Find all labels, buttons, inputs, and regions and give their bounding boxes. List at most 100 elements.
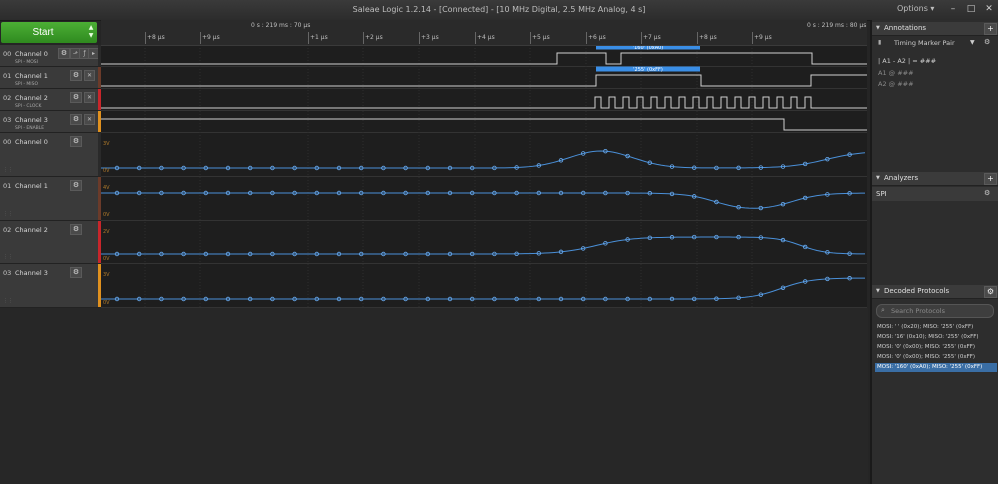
decoded-row[interactable]: MOSI: '0' (0x00); MISO: '255' (0xFF) — [875, 353, 997, 362]
timeline-tick-mark — [200, 32, 201, 44]
start-button[interactable]: Start ▲ ▼ — [1, 22, 97, 43]
timing-marker-dropdown-icon[interactable]: ▼ — [970, 39, 975, 46]
channel-subtitle: SPI - MISO — [15, 82, 38, 87]
collapse-triangle-icon[interactable]: ▼ — [876, 288, 880, 294]
analyzers-title: Analyzers — [884, 174, 919, 182]
channel-number: 02 — [3, 94, 12, 102]
options-menu[interactable]: Options ▾ — [897, 4, 934, 13]
start-options-arrows[interactable]: ▲ ▼ — [86, 24, 96, 41]
annotations-header: ▼ Annotations + — [872, 22, 998, 36]
add-analyzer-button[interactable]: + — [984, 173, 997, 185]
waveform-svg: '160' (0xA0)'255' (0xFF)3V0V4V0V2V0V3V0V — [101, 44, 867, 308]
analog-bottom-voltage-label: 0V — [103, 168, 110, 174]
analog-channel-00[interactable]: 00 Channel 0 ⚙ ⋮⋮ — [0, 133, 101, 177]
resize-grip-icon[interactable]: ⋮⋮ — [3, 254, 13, 260]
channel-number: 00 — [3, 138, 12, 146]
search-input[interactable]: Search Protocols — [891, 307, 945, 315]
channel-name[interactable]: Channel 2 — [15, 94, 48, 102]
digital-channel-00[interactable]: 00 Channel 0 SPI - MOSI ⚙ ⬏ ƒ ▸ — [0, 45, 101, 67]
analog-channel-03[interactable]: 03 Channel 3 ⚙ ⋮⋮ — [0, 264, 101, 308]
waveform-area[interactable]: '160' (0xA0) '255' (0xFF) 3V 0V 4V 0V 2V 0V 3V 0V — [101, 20, 867, 308]
maximize-button[interactable]: □ — [964, 3, 978, 15]
timeline-tick-label: +8 μs — [147, 34, 165, 41]
decoded-row[interactable]: MOSI: '16' (0x10); MISO: '255' (0xFF) — [875, 333, 997, 342]
timeline-tick-mark — [308, 32, 309, 44]
channel-number: 01 — [3, 72, 12, 80]
empty-workspace — [0, 308, 868, 484]
timeline-center-label: 0 s : 219 ms : 70 μs — [251, 22, 311, 29]
decoded-gear-button[interactable]: ⚙ — [984, 286, 997, 298]
timeline-tick-label: +2 μs — [365, 34, 383, 41]
lane-background — [101, 221, 867, 264]
channel-name[interactable]: Channel 1 — [15, 72, 48, 80]
resize-grip-icon[interactable]: ⋮⋮ — [3, 167, 13, 173]
analog-top-voltage-label: 3V — [103, 141, 110, 147]
decoded-row[interactable]: MOSI: '0' (0x00); MISO: '255' (0xFF) — [875, 343, 997, 352]
analyzers-header: ▼ Analyzers + — [872, 172, 998, 186]
timeline-tick-mark — [586, 32, 587, 44]
analog-bottom-voltage-label: 0V — [103, 300, 110, 306]
close-channel-icon[interactable]: ✕ — [84, 70, 95, 81]
miso-decode-text: '255' (0xFF) — [633, 67, 663, 73]
decoded-list: MOSI: ' ' (0x20); MISO: '255' (0xFF) MOSI… — [872, 323, 998, 383]
channel-gear-icon[interactable]: ⚙ — [70, 70, 82, 81]
search-protocols-field[interactable]: ⌕ Search Protocols — [876, 304, 994, 318]
channel-name[interactable]: Channel 2 — [15, 226, 48, 234]
decoded-row[interactable]: MOSI: '160' (0xA0); MISO: '255' (0xFF) — [875, 363, 997, 372]
timeline-tick-mark — [419, 32, 420, 44]
channel-subtitle: SPI - ENABLE — [15, 126, 45, 131]
analyzer-name: SPI — [876, 190, 887, 198]
channel-name[interactable]: Channel 3 — [15, 269, 48, 277]
channel-subtitle: SPI - MOSI — [15, 60, 38, 65]
channel-name[interactable]: Channel 0 — [15, 138, 48, 146]
decoded-row[interactable]: MOSI: ' ' (0x20); MISO: '255' (0xFF) — [875, 323, 997, 332]
close-channel-icon[interactable]: ✕ — [84, 114, 95, 125]
digital-channel-03[interactable]: 03 Channel 3 SPI - ENABLE ⚙ ✕ — [0, 111, 101, 133]
channel-name[interactable]: Channel 3 — [15, 116, 48, 124]
analog-channel-02[interactable]: 02 Channel 2 ⚙ ⋮⋮ — [0, 221, 101, 264]
channel-gear-icon[interactable]: ⚙ — [70, 92, 82, 103]
timeline-tick-mark — [752, 32, 753, 44]
channel-name[interactable]: Channel 1 — [15, 182, 48, 190]
digital-channel-02[interactable]: 02 Channel 2 SPI - CLOCK ⚙ ✕ — [0, 89, 101, 111]
digital-channel-01[interactable]: 01 Channel 1 SPI - MISO ⚙ ✕ — [0, 67, 101, 89]
channel-gear-icon[interactable]: ⚙ — [70, 114, 82, 125]
collapse-triangle-icon[interactable]: ▼ — [876, 25, 880, 31]
channel-number: 01 — [3, 182, 12, 190]
channel-number: 03 — [3, 269, 12, 277]
right-panel: ▼ Annotations + ▮ Timing Marker Pair ▼ ⚙… — [870, 20, 998, 484]
timeline-tick-mark — [697, 32, 698, 44]
analog-channel-01[interactable]: 01 Channel 1 ⚙ ⋮⋮ — [0, 177, 101, 221]
collapse-triangle-icon[interactable]: ▼ — [876, 175, 880, 181]
timeline-ruler[interactable]: 0 s : 219 ms : 70 μs 0 s : 219 ms : 80 μ… — [101, 20, 867, 46]
channel-number: 02 — [3, 226, 12, 234]
channel-name[interactable]: Channel 0 — [15, 50, 48, 58]
timing-marker-gear-icon[interactable]: ⚙ — [984, 38, 990, 46]
marker-a2: A2 @ ### — [878, 80, 914, 88]
timeline-tick-label: +4 μs — [477, 34, 495, 41]
decoded-protocols-header: ▼ Decoded Protocols ⚙ — [872, 285, 998, 299]
channel-gear-icon[interactable]: ⚙ — [70, 267, 82, 278]
analog-top-voltage-label: 3V — [103, 272, 110, 278]
resize-grip-icon[interactable]: ⋮⋮ — [3, 211, 13, 217]
close-button[interactable]: ✕ — [982, 3, 996, 15]
add-annotation-button[interactable]: + — [984, 23, 997, 35]
channel-gear-icon[interactable]: ⚙ — [70, 136, 82, 147]
resize-grip-icon[interactable]: ⋮⋮ — [3, 298, 13, 304]
timeline-tick-mark — [641, 32, 642, 44]
analog-bottom-voltage-label: 0V — [103, 256, 110, 262]
marker-a1: A1 @ ### — [878, 69, 914, 77]
channel-gear-icon[interactable]: ⚙ — [70, 180, 82, 191]
timeline-tick-label: +9 μs — [754, 34, 772, 41]
channel-gear-icon[interactable]: ⚙ — [70, 224, 82, 235]
analyzer-gear-icon[interactable]: ⚙ — [984, 189, 990, 197]
timeline-tick-mark — [363, 32, 364, 44]
analyzer-item-spi[interactable]: SPI ⚙ — [872, 187, 998, 201]
channel-gear-icon[interactable]: ⚙ — [58, 48, 70, 59]
timeline-tick-mark — [145, 32, 146, 44]
close-channel-icon[interactable]: ✕ — [84, 92, 95, 103]
minimize-button[interactable]: – — [946, 3, 960, 15]
timing-marker-pair: Timing Marker Pair — [894, 39, 955, 47]
timeline-tick-label: +7 μs — [643, 34, 661, 41]
start-label: Start — [32, 27, 54, 38]
